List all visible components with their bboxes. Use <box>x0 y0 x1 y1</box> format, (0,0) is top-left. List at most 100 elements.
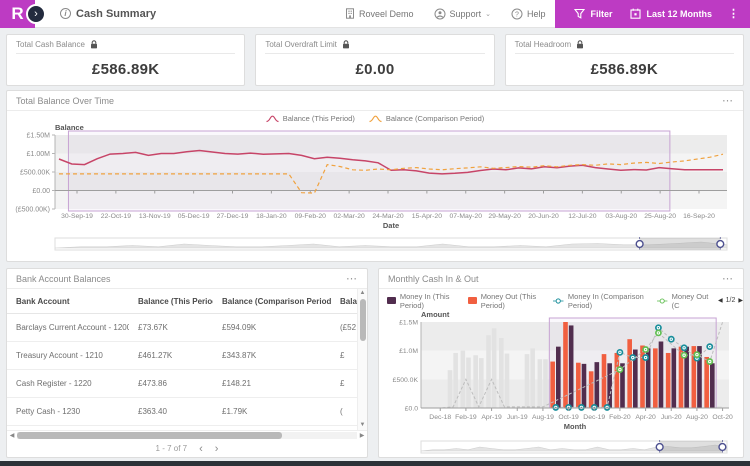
marker-series-icon <box>657 297 667 305</box>
help-menu[interactable]: ? Help <box>501 8 556 20</box>
column-header[interactable]: Bank Account <box>7 289 129 314</box>
table-row[interactable]: Treasury Account - 1210£461.27K£343.87K£ <box>7 342 357 370</box>
table-cell: £ <box>331 342 357 370</box>
panel-menu-icon[interactable]: ⋯ <box>722 98 734 104</box>
balance-line-chart[interactable]: £1.50M£1.00M£500.00K£0.00(£500.00K)Balan… <box>7 123 737 236</box>
money-out-comparison-marker-dot <box>619 369 620 370</box>
money-out-bar[interactable] <box>461 350 466 407</box>
monthly-cash-in-out-panel: Monthly Cash In & Out ⋯ Money In (This P… <box>378 268 744 458</box>
legend-balance-comparison-period[interactable]: Balance (Comparison Period) <box>369 114 484 123</box>
column-header[interactable]: Balance (Comparison Period) <box>213 289 331 314</box>
money-out-bar[interactable] <box>538 359 543 408</box>
horizontal-scrollbar[interactable]: ◀ ▶ <box>7 430 367 439</box>
money-in-bar[interactable] <box>710 363 715 408</box>
table-row[interactable]: Petty Cash - 1230£363.40£1.79K( <box>7 398 357 426</box>
money-out-bar[interactable] <box>627 339 632 408</box>
balance-over-time-panel: Total Balance Over Time ⋯ Balance (This … <box>6 90 744 262</box>
zoom-selection-region <box>68 131 669 211</box>
money-in-bar[interactable] <box>453 353 458 408</box>
legend-money-out-this-period[interactable]: Money Out (This Period) <box>468 292 547 310</box>
range-handle-start[interactable] <box>636 241 643 248</box>
money-out-bar[interactable] <box>666 353 671 408</box>
table-cell: £73.67K <box>129 314 213 342</box>
building-icon <box>345 8 355 19</box>
account-menu[interactable]: Roveel Demo <box>335 8 424 19</box>
kpi-total-overdraft-limit: Total Overdraft Limit £0.00 <box>255 34 494 86</box>
money-in-bar[interactable] <box>595 362 600 408</box>
money-in-bar[interactable] <box>672 348 677 408</box>
money-out-bar[interactable] <box>550 361 555 407</box>
legend-money-out-comparison[interactable]: Money Out (C <box>657 292 709 310</box>
scroll-right-icon[interactable]: ▶ <box>357 432 367 439</box>
range-handle-end[interactable] <box>717 241 724 248</box>
money-in-bar[interactable] <box>543 359 548 408</box>
legend-money-in-comparison[interactable]: Money In (Comparison Period) <box>553 292 650 310</box>
money-in-bar[interactable] <box>556 346 561 407</box>
kpi-row: Total Cash Balance £586.89K Total Overdr… <box>6 34 744 86</box>
y-tick-label: (£500.00K) <box>15 207 50 214</box>
vertical-scroll-thumb[interactable] <box>360 299 366 341</box>
y-tick-label: £1.0M <box>399 348 418 355</box>
money-in-bar[interactable] <box>505 353 510 407</box>
caret-down-icon: ⌄ <box>485 10 491 18</box>
horizontal-scroll-thumb[interactable] <box>17 432 282 439</box>
money-out-bar[interactable] <box>448 370 453 408</box>
balance-range-selector[interactable] <box>7 236 737 254</box>
x-tick-label: Dec-18 <box>429 414 451 421</box>
money-out-comparison-marker-dot <box>709 361 710 362</box>
filter-button[interactable]: Filter <box>565 8 621 19</box>
kebab-menu-icon[interactable]: ⋮ <box>721 7 746 20</box>
money-out-bar[interactable] <box>473 355 478 408</box>
scroll-left-icon[interactable]: ◀ <box>7 432 17 439</box>
scroll-down-icon[interactable]: ▼ <box>360 421 366 430</box>
scroll-up-icon[interactable]: ▲ <box>360 289 366 298</box>
money-in-bar[interactable] <box>569 325 574 408</box>
date-range-button[interactable]: Last 12 Months <box>621 8 721 19</box>
money-in-bar[interactable] <box>582 364 587 408</box>
column-header[interactable]: Balanc <box>331 289 357 314</box>
money-in-bar[interactable] <box>659 341 664 408</box>
money-out-bar[interactable] <box>525 354 530 408</box>
x-tick-label: 30-Sep-19 <box>61 213 93 220</box>
x-tick-label: 02-Mar-20 <box>333 213 365 220</box>
legend-prev-icon[interactable]: ◀ <box>718 297 723 304</box>
x-tick-label: Aug-19 <box>532 414 554 421</box>
money-out-bar[interactable] <box>653 348 658 408</box>
money-in-bar[interactable] <box>466 357 471 407</box>
legend-balance-this-period[interactable]: Balance (This Period) <box>266 114 355 123</box>
x-tick-label: 13-Nov-19 <box>139 213 171 220</box>
panel-title: Total Balance Over Time <box>16 96 114 106</box>
support-menu[interactable]: Support ⌄ <box>424 8 501 20</box>
top-bar: R › i Cash Summary Roveel Demo Support ⌄… <box>0 0 750 28</box>
prev-page-icon[interactable]: ‹ <box>199 445 203 453</box>
legend-money-in-this-period[interactable]: Money In (This Period) <box>387 292 461 310</box>
money-in-bar[interactable] <box>479 358 484 408</box>
money-out-bar[interactable] <box>589 371 594 408</box>
money-out-bar[interactable] <box>486 335 491 408</box>
money-out-bar[interactable] <box>602 354 607 408</box>
next-page-icon[interactable]: › <box>215 445 219 453</box>
bar-swatch-icon <box>468 297 477 304</box>
action-zone: Filter Last 12 Months ⋮ <box>555 0 750 28</box>
range-handle-end[interactable] <box>719 444 726 451</box>
money-in-bar[interactable] <box>492 328 497 408</box>
help-label: Help <box>527 9 546 19</box>
money-in-bar[interactable] <box>530 348 535 408</box>
panel-menu-icon[interactable]: ⋯ <box>346 276 358 282</box>
panel-menu-icon[interactable]: ⋯ <box>722 276 734 282</box>
cashflow-bar-chart[interactable]: £1.5M£1.0M£500.0K£0.0AmountDec-18Feb-19A… <box>379 310 735 440</box>
x-tick-label: 15-Apr-20 <box>412 213 442 220</box>
cashflow-range-selector[interactable] <box>379 439 735 457</box>
legend-next-icon[interactable]: ▶ <box>738 297 743 304</box>
range-handle-start[interactable] <box>656 444 663 451</box>
money-in-comparison-marker-dot <box>683 347 684 348</box>
info-icon[interactable]: i <box>60 8 71 19</box>
sidebar-expand-button[interactable]: › <box>26 4 46 24</box>
selected-range <box>640 238 721 250</box>
table-row[interactable]: Barclays Current Account - 1200£73.67K£5… <box>7 314 357 342</box>
money-out-bar[interactable] <box>615 353 620 408</box>
column-header[interactable]: Balance (This Period) <box>129 289 213 314</box>
money-out-bar[interactable] <box>576 362 581 407</box>
vertical-scrollbar[interactable]: ▲ ▼ <box>357 289 367 430</box>
table-row[interactable]: Cash Register - 1220£473.86£148.21£ <box>7 370 357 398</box>
